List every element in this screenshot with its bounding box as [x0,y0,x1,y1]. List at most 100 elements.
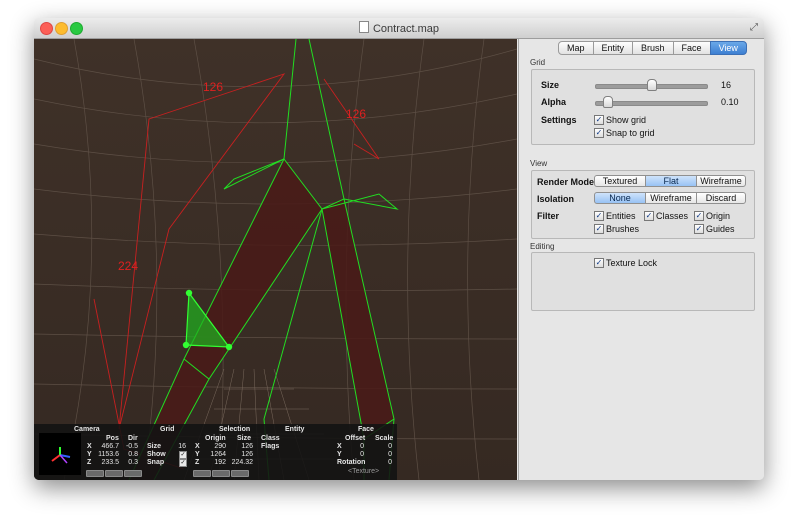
measurement-label: 224 [118,259,139,273]
editing-section-title: Editing [530,242,555,251]
selection-button[interactable] [193,470,211,477]
camera-pos-z: 233.5 [101,459,119,466]
camera-pos-header: Pos [106,435,119,442]
entity-title: Entity [285,426,305,433]
render-mode-label: Render Mode [537,177,595,187]
app-window: Contract.map ⤢ 126 126 224 Camera Pos Di… [34,18,764,480]
inspector-tabs: Map Entity Brush Face View [558,41,747,55]
tab-brush[interactable]: Brush [632,41,674,55]
classes-label: Classes [656,211,689,221]
guides-label: Guides [706,224,735,234]
origin-checkbox[interactable]: ✓ [694,211,704,221]
camera-dir-z: 0.3 [128,459,138,466]
camera-button[interactable] [86,470,104,477]
face-title: Face [358,426,374,433]
selection-origin-x: 290 [214,443,226,450]
grid-section-title: Grid [530,58,546,67]
isolation-none[interactable]: None [594,192,646,204]
selection-origin-z: 192 [214,459,226,466]
selection-size-y: 126 [241,451,253,458]
alpha-slider-knob[interactable] [603,96,613,108]
selection-button[interactable] [231,470,249,477]
classes-checkbox[interactable]: ✓ [644,211,654,221]
guides-checkbox[interactable]: ✓ [694,224,704,234]
fullscreen-icon[interactable]: ⤢ [750,22,758,33]
selection-title: Selection [219,426,251,433]
alpha-label: Alpha [541,97,567,107]
render-mode-control: Textured Flat Wireframe [594,175,746,187]
camera-dir-header: Dir [128,435,138,442]
brushes-label: Brushes [606,224,640,234]
entity-class-label: Class [261,435,280,442]
grid-snap-checkbox[interactable]: ✓ [179,459,187,467]
scene-render [34,39,517,480]
tab-view[interactable]: View [709,41,747,55]
measurement-label: 126 [346,107,367,121]
face-scale-y: 0 [388,451,392,458]
camera-button[interactable] [124,470,142,477]
brushes-checkbox[interactable]: ✓ [594,224,604,234]
face-texture-name: <Texture> [348,468,380,475]
face-offset-x: 0 [360,443,364,450]
camera-axis-x: X [87,443,92,450]
grid-size-label: Size [147,443,162,450]
info-bar: Camera Pos Dir X 466.7 -0.5 Y 1153.6 0.8… [34,424,397,480]
camera-axis-z: Z [87,459,92,466]
3d-viewport[interactable]: 126 126 224 Camera Pos Dir X 466.7 -0.5 … [34,39,517,480]
snap-to-grid-checkbox[interactable]: ✓ [594,128,604,138]
selection-axis-y: Y [195,451,200,458]
render-mode-flat[interactable]: Flat [645,175,697,187]
grid-show-label: Show [147,451,166,458]
axis-gizmo-icon [51,447,71,464]
face-offset-y: 0 [360,451,364,458]
measurement-label: 126 [203,80,224,94]
camera-axis-y: Y [87,451,92,458]
selection-size-x: 126 [241,443,253,450]
texture-lock-label: Texture Lock [606,258,658,268]
size-label: Size [541,80,560,90]
document-icon [358,21,369,33]
editing-section: ✓ Texture Lock [531,252,755,311]
size-slider-knob[interactable] [647,79,657,91]
face-offset-header: Offset [345,435,366,442]
isolation-discard[interactable]: Discard [696,192,746,204]
camera-pos-y: 1153.6 [98,451,119,458]
grid-section: Size 16 Alpha 0.10 Settings ✓ Show grid … [531,69,755,145]
selection-size-header: Size [237,435,252,442]
face-rotation-label: Rotation [337,459,366,466]
tab-map[interactable]: Map [558,41,594,55]
isolation-control: None Wireframe Discard [594,192,746,204]
entities-label: Entities [606,211,636,221]
entity-flags-label: Flags [261,443,280,450]
camera-gizmo [39,433,81,475]
settings-label: Settings [541,115,577,125]
texture-lock-checkbox[interactable]: ✓ [594,258,604,268]
isolation-label: Isolation [537,194,575,204]
view-section-title: View [530,159,548,168]
snap-to-grid-label: Snap to grid [606,128,655,138]
grid-snap-label: Snap [147,459,165,466]
grid-show-checkbox[interactable]: ✓ [179,451,187,459]
selection-origin-y: 1264 [210,451,226,458]
grid-size-value: 16 [178,443,186,450]
face-axis-x: X [337,443,342,450]
filter-label: Filter [537,211,560,221]
isolation-wireframe[interactable]: Wireframe [645,192,697,204]
alpha-value: 0.10 [721,97,739,107]
camera-button[interactable] [105,470,123,477]
show-grid-checkbox[interactable]: ✓ [594,115,604,125]
tab-face[interactable]: Face [672,41,711,55]
tab-entity[interactable]: Entity [592,41,634,55]
entities-checkbox[interactable]: ✓ [594,211,604,221]
view-section: Render Mode Textured Flat Wireframe Isol… [531,170,755,239]
selection-origin-header: Origin [205,435,226,442]
selection-button[interactable] [212,470,230,477]
render-mode-wireframe[interactable]: Wireframe [696,175,746,187]
title-bar: Contract.map ⤢ [34,18,764,39]
selection-axis-x: X [195,443,200,450]
selection-size-z: 224.32 [231,459,253,466]
face-axis-y: Y [337,451,342,458]
show-grid-label: Show grid [606,115,647,125]
render-mode-textured[interactable]: Textured [594,175,646,187]
grid-title: Grid [160,426,175,433]
